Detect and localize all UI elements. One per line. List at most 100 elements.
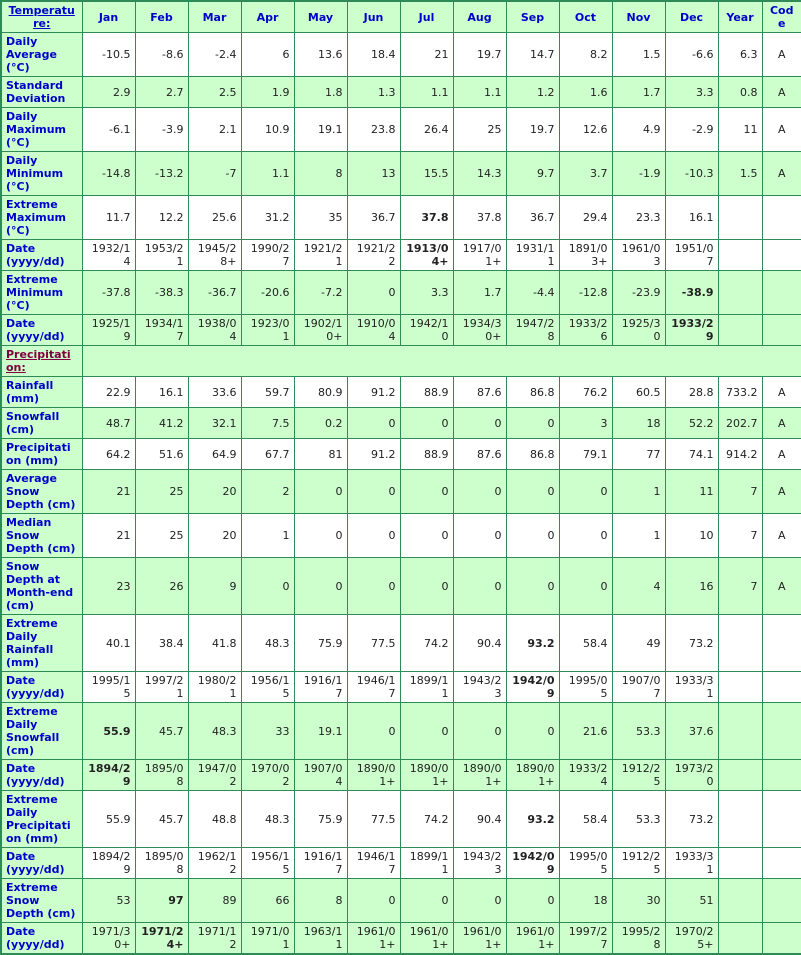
cell-sep: 93.2 xyxy=(505,614,560,672)
cell-jun: 1961/01+ xyxy=(346,922,401,955)
cell-dec: 1951/07 xyxy=(664,239,719,271)
cell-jun: 1890/01+ xyxy=(346,759,401,791)
cell-apr: 10.9 xyxy=(240,107,295,152)
cell-jun: 23.8 xyxy=(346,107,401,152)
cell-dec: 51 xyxy=(664,878,719,923)
cell-nov: 4 xyxy=(611,557,666,615)
cell-jul: 37.8 xyxy=(399,195,454,240)
cell-may: 1916/17 xyxy=(293,671,348,703)
cell-mar: 33.6 xyxy=(187,376,242,408)
cell-jun: 1921/22 xyxy=(346,239,401,271)
cell-nov: 49 xyxy=(611,614,666,672)
row-label: Date (yyyy/dd) xyxy=(0,671,83,703)
cell-jan: -10.5 xyxy=(81,32,136,77)
section-row-filler xyxy=(81,345,801,377)
cell-nov: 53.3 xyxy=(611,790,666,848)
cell-feb: 1997/21 xyxy=(134,671,189,703)
cell-oct: 18 xyxy=(558,878,613,923)
cell-feb: 45.7 xyxy=(134,702,189,760)
cell-mar: 1945/28+ xyxy=(187,239,242,271)
cell-mar: 48.3 xyxy=(187,702,242,760)
cell-aug: 37.8 xyxy=(452,195,507,240)
cell-jun: 91.2 xyxy=(346,376,401,408)
cell-jul: 3.3 xyxy=(399,270,454,315)
cell-year xyxy=(717,790,763,848)
cell-oct: 0 xyxy=(558,557,613,615)
cell-mar: 2.5 xyxy=(187,76,242,108)
row-label: Extreme Daily Snowfall (cm) xyxy=(0,702,83,760)
cell-apr: 1923/01 xyxy=(240,314,295,346)
cell-code xyxy=(761,671,801,703)
cell-sep: 9.7 xyxy=(505,151,560,196)
cell-code: A xyxy=(761,513,801,558)
cell-jul: 0 xyxy=(399,878,454,923)
cell-may: 81 xyxy=(293,438,348,470)
cell-aug: 1.1 xyxy=(452,76,507,108)
cell-apr: 2 xyxy=(240,469,295,514)
cell-aug: 0 xyxy=(452,702,507,760)
table-row: Date (yyyy/dd) 1995/15 1997/21 1980/21 1956/… xyxy=(0,671,801,703)
cell-mar: 48.8 xyxy=(187,790,242,848)
cell-sep: 0 xyxy=(505,469,560,514)
cell-jul: 21 xyxy=(399,32,454,77)
cell-mar: 64.9 xyxy=(187,438,242,470)
cell-code: A xyxy=(761,557,801,615)
section-row: Precipitation: xyxy=(0,345,801,377)
cell-mar: 20 xyxy=(187,469,242,514)
cell-year: 7 xyxy=(717,557,763,615)
cell-mar: 1938/04 xyxy=(187,314,242,346)
cell-dec: 3.3 xyxy=(664,76,719,108)
cell-dec: 52.2 xyxy=(664,407,719,439)
cell-year: 202.7 xyxy=(717,407,763,439)
cell-dec: 16 xyxy=(664,557,719,615)
column-header-code: Code xyxy=(761,0,801,33)
cell-year xyxy=(717,195,763,240)
cell-sep: 1942/09 xyxy=(505,671,560,703)
cell-oct: 1891/03+ xyxy=(558,239,613,271)
row-label: Extreme Daily Rainfall (mm) xyxy=(0,614,83,672)
cell-feb: 1971/24+ xyxy=(134,922,189,955)
cell-mar: -2.4 xyxy=(187,32,242,77)
cell-dec: 11 xyxy=(664,469,719,514)
cell-mar: -36.7 xyxy=(187,270,242,315)
cell-nov: 4.9 xyxy=(611,107,666,152)
cell-mar: -7 xyxy=(187,151,242,196)
cell-year xyxy=(717,614,763,672)
cell-year xyxy=(717,239,763,271)
cell-jan: 2.9 xyxy=(81,76,136,108)
column-header-jun: Jun xyxy=(346,0,401,33)
cell-jun: 1946/17 xyxy=(346,671,401,703)
cell-dec: 1970/25+ xyxy=(664,922,719,955)
cell-oct: 1997/27 xyxy=(558,922,613,955)
cell-apr: 1956/15 xyxy=(240,847,295,879)
row-label: Rainfall (mm) xyxy=(0,376,83,408)
cell-may: 13.6 xyxy=(293,32,348,77)
cell-year xyxy=(717,671,763,703)
cell-oct: 58.4 xyxy=(558,790,613,848)
cell-nov: 77 xyxy=(611,438,666,470)
row-label: Extreme Daily Precipitation (mm) xyxy=(0,790,83,848)
cell-apr: 59.7 xyxy=(240,376,295,408)
cell-feb: -13.2 xyxy=(134,151,189,196)
cell-jan: 55.9 xyxy=(81,790,136,848)
cell-may: 1916/17 xyxy=(293,847,348,879)
cell-year xyxy=(717,314,763,346)
cell-may: 8 xyxy=(293,151,348,196)
cell-feb: 41.2 xyxy=(134,407,189,439)
cell-aug: 0 xyxy=(452,407,507,439)
cell-nov: -23.9 xyxy=(611,270,666,315)
cell-year: 0.8 xyxy=(717,76,763,108)
cell-year: 733.2 xyxy=(717,376,763,408)
cell-sep: 0 xyxy=(505,702,560,760)
cell-dec: 28.8 xyxy=(664,376,719,408)
cell-aug: 1943/23 xyxy=(452,671,507,703)
cell-jan: 22.9 xyxy=(81,376,136,408)
cell-jan: 21 xyxy=(81,469,136,514)
cell-code: A xyxy=(761,438,801,470)
cell-dec: -6.6 xyxy=(664,32,719,77)
cell-oct: 58.4 xyxy=(558,614,613,672)
cell-jun: 0 xyxy=(346,557,401,615)
cell-may: 75.9 xyxy=(293,614,348,672)
cell-year: 914.2 xyxy=(717,438,763,470)
cell-may: 1902/10+ xyxy=(293,314,348,346)
